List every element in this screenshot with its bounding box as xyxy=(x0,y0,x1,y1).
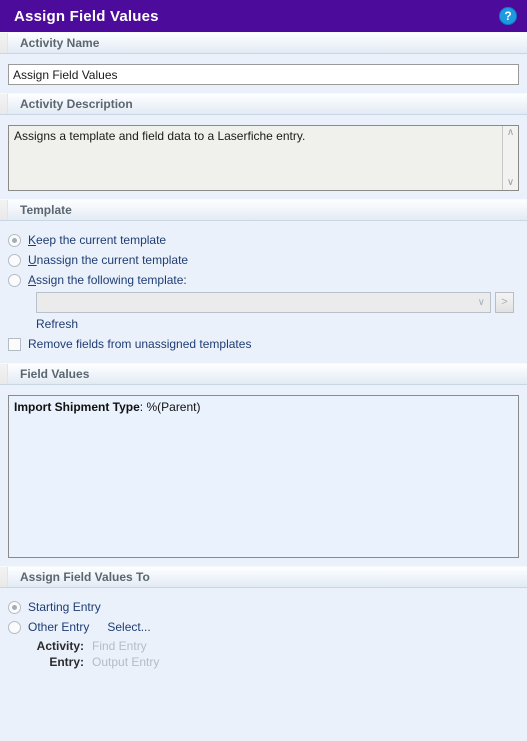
section-header-activity-name: Activity Name xyxy=(0,32,527,54)
refresh-link[interactable]: Refresh xyxy=(36,318,78,330)
detail-label-activity: Activity: xyxy=(36,639,84,653)
select-entry-link[interactable]: Select... xyxy=(107,621,150,633)
checkbox-row-remove-fields[interactable]: Remove fields from unassigned templates xyxy=(8,335,519,353)
section-body-assign-field-values-to: Starting Entry Other Entry Select... Act… xyxy=(0,588,527,678)
activity-description-text: Assigns a template and field data to a L… xyxy=(14,129,306,143)
radio-keep-current-template[interactable] xyxy=(8,233,21,247)
field-value: %(Parent) xyxy=(146,400,201,414)
radio-other-entry[interactable] xyxy=(8,620,21,634)
template-token-button[interactable]: > xyxy=(495,292,514,313)
accel-key: K xyxy=(28,233,37,247)
accel-key: A xyxy=(28,273,37,287)
radio-label-other-entry[interactable]: Other Entry xyxy=(28,621,89,633)
section-gutter xyxy=(0,200,8,220)
section-gutter xyxy=(0,33,8,53)
radio-label-assign-following-template[interactable]: Assign the following template: xyxy=(28,274,187,286)
scroll-up-icon[interactable]: ∧ xyxy=(507,128,514,138)
checkbox-remove-fields-unassigned-templates[interactable] xyxy=(8,337,21,351)
section-header-field-values: Field Values xyxy=(0,363,527,385)
scroll-down-icon[interactable]: ∨ xyxy=(507,178,514,188)
radio-starting-entry[interactable] xyxy=(8,600,21,614)
field-name: Import Shipment Type xyxy=(14,400,140,414)
section-title-activity-name: Activity Name xyxy=(20,36,100,50)
radio-row-unassign-current-template[interactable]: Unassign the current template xyxy=(8,251,519,269)
detail-value-activity: Find Entry xyxy=(92,639,147,653)
chevron-down-icon[interactable]: ∨ xyxy=(478,297,485,308)
radio-row-assign-following-template[interactable]: Assign the following template: xyxy=(8,271,519,289)
radio-label-keep-current-template[interactable]: Keep the current template xyxy=(28,234,166,246)
radio-row-other-entry[interactable]: Other Entry Select... xyxy=(8,618,519,636)
section-gutter xyxy=(0,567,8,587)
help-question-icon[interactable]: ? xyxy=(499,7,517,25)
radio-row-starting-entry[interactable]: Starting Entry xyxy=(8,598,519,616)
radio-label-unassign-current-template[interactable]: Unassign the current template xyxy=(28,254,188,266)
radio-unassign-current-template[interactable] xyxy=(8,253,21,267)
detail-label-entry: Entry: xyxy=(49,655,84,669)
section-body-template: Keep the current template Unassign the c… xyxy=(0,221,527,363)
assign-field-values-dialog: Assign Field Values ? Activity Name Assi… xyxy=(0,0,527,741)
detail-row-activity: Activity: Find Entry xyxy=(36,638,519,654)
detail-row-entry: Entry: Output Entry xyxy=(36,654,519,670)
section-body-activity-description: Assigns a template and field data to a L… xyxy=(0,115,527,199)
section-header-activity-description: Activity Description xyxy=(0,93,527,115)
template-combo-row: ∨ > xyxy=(36,292,519,313)
section-title-assign-field-values-to: Assign Field Values To xyxy=(20,570,150,584)
radio-assign-following-template[interactable] xyxy=(8,273,21,287)
description-scrollbar[interactable]: ∧ ∨ xyxy=(502,126,518,190)
section-gutter xyxy=(0,364,8,384)
radio-row-keep-current-template[interactable]: Keep the current template xyxy=(8,231,519,249)
template-select[interactable]: ∨ xyxy=(36,292,491,313)
section-gutter xyxy=(0,94,8,114)
radio-label-starting-entry[interactable]: Starting Entry xyxy=(28,601,101,613)
radio-label-text: nassign the current template xyxy=(36,253,189,267)
section-header-template: Template xyxy=(0,199,527,221)
section-body-activity-name: Assign Field Values xyxy=(0,54,527,93)
dialog-title: Assign Field Values xyxy=(14,7,159,25)
activity-description-textarea[interactable]: Assigns a template and field data to a L… xyxy=(8,125,519,191)
list-item[interactable]: Import Shipment Type: %(Parent) xyxy=(14,400,513,414)
dialog-titlebar: Assign Field Values ? xyxy=(0,0,527,32)
section-title-activity-description: Activity Description xyxy=(20,97,133,111)
detail-value-entry: Output Entry xyxy=(92,655,160,669)
radio-label-text: eep the current template xyxy=(36,233,167,247)
section-title-field-values: Field Values xyxy=(20,367,90,381)
accel-key: U xyxy=(28,253,37,267)
field-values-listbox[interactable]: Import Shipment Type: %(Parent) xyxy=(8,395,519,558)
section-title-template: Template xyxy=(20,203,72,217)
section-body-field-values: Import Shipment Type: %(Parent) xyxy=(0,385,527,566)
activity-name-input[interactable]: Assign Field Values xyxy=(8,64,519,85)
radio-label-text: ssign the following template: xyxy=(36,273,187,287)
section-header-assign-field-values-to: Assign Field Values To xyxy=(0,566,527,588)
checkbox-label-remove-fields[interactable]: Remove fields from unassigned templates xyxy=(28,338,251,350)
